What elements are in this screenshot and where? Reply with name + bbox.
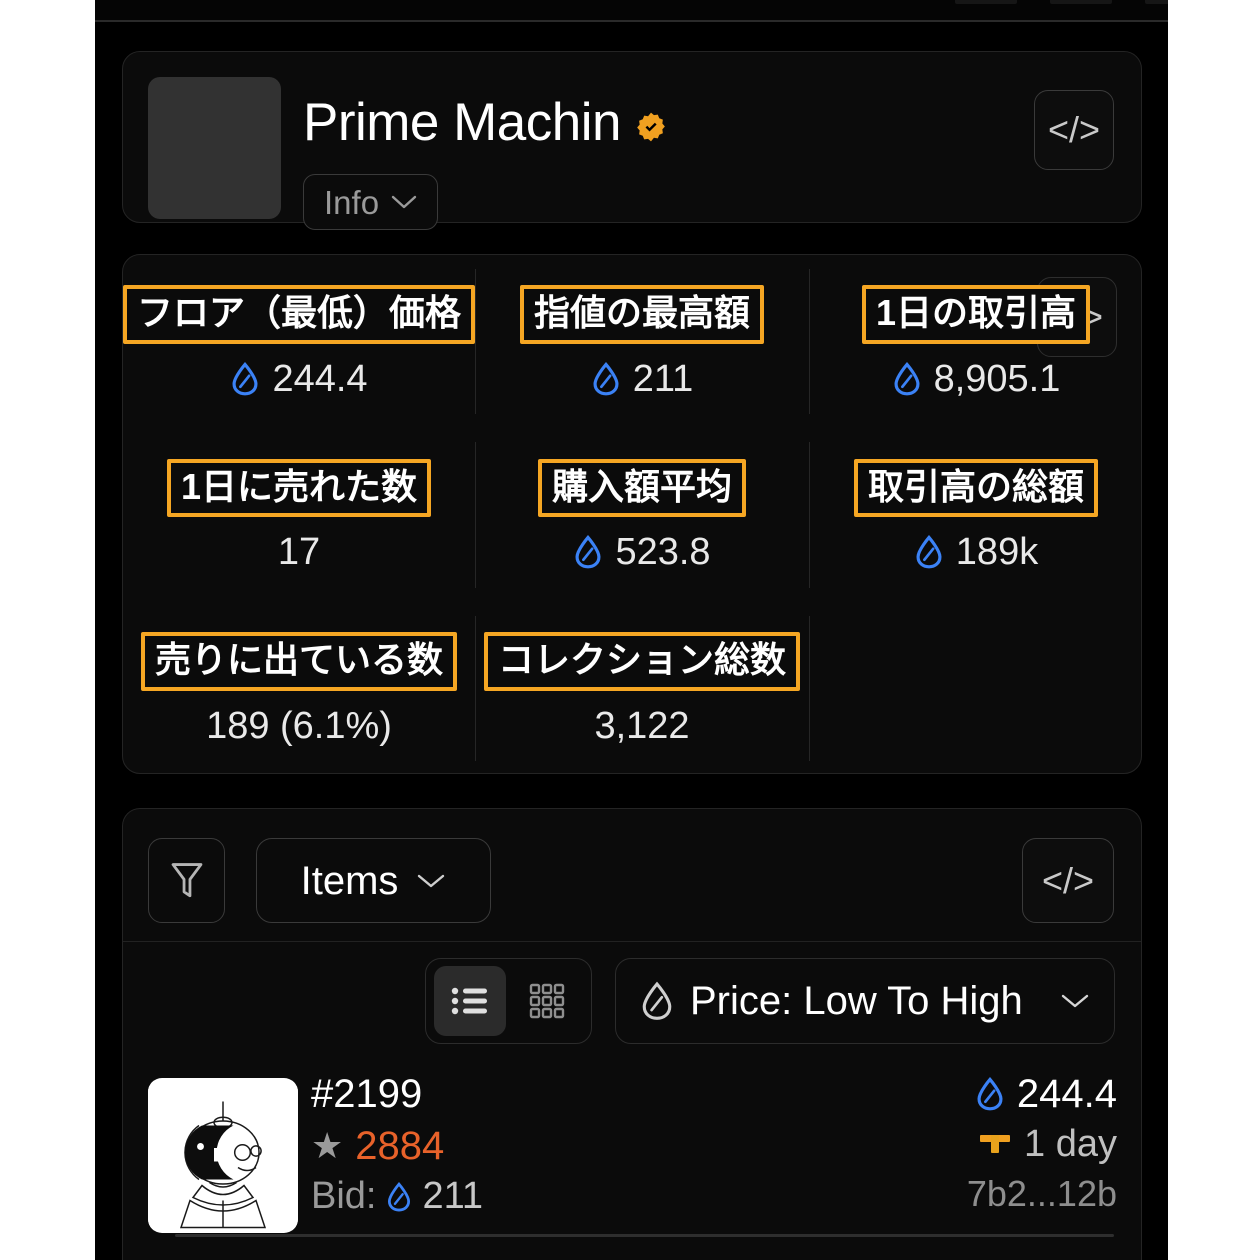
item-right-column: 244.4 1 day 7b2...12b bbox=[967, 1072, 1117, 1213]
stat-label: 売りに出ている数 bbox=[141, 632, 458, 691]
stat-total-supply: コレクション総数 3,122 bbox=[475, 602, 809, 775]
stat-empty-cell bbox=[809, 602, 1143, 775]
item-time-value: 1 day bbox=[1024, 1123, 1117, 1165]
stat-value-wrap: 3,122 bbox=[594, 707, 689, 745]
collection-name: Prime Machin bbox=[303, 93, 621, 152]
sol-droplet-icon bbox=[388, 1181, 411, 1212]
stat-value: 17 bbox=[277, 531, 321, 574]
stat-label: 1日に売れた数 bbox=[166, 458, 432, 518]
item-rank-row: ★ 2884 bbox=[311, 1124, 483, 1168]
view-mode-list[interactable] bbox=[434, 966, 506, 1036]
items-panel: Items </> Price: Low To High #2199 ★ 288… bbox=[122, 808, 1142, 1260]
item-time-row: 1 day bbox=[978, 1123, 1117, 1166]
sol-droplet-icon bbox=[575, 535, 601, 569]
stat-daily-volume: 1日の取引高 8,905.1 bbox=[809, 255, 1143, 428]
stat-value-wrap: 211 bbox=[591, 357, 694, 400]
view-and-sort-row: Price: Low To High bbox=[123, 942, 1141, 1066]
grid-view-icon bbox=[530, 983, 565, 1019]
info-dropdown-label: Info bbox=[324, 183, 380, 221]
list-divider bbox=[175, 1234, 1114, 1237]
stats-grid: フロア（最低）価格 244.4 指値の最高額 211 1日の取引高 8,905.… bbox=[123, 255, 1143, 775]
stat-label: 取引高の総額 bbox=[853, 458, 1098, 518]
items-tab-dropdown[interactable]: Items bbox=[256, 838, 491, 923]
item-list-row[interactable]: #2199 ★ 2884 Bid: 211 244.4 1 day 7b2...… bbox=[123, 1072, 1141, 1247]
sort-label: Price: Low To High bbox=[690, 979, 1023, 1023]
collection-stats-card: </> フロア（最低）価格 244.4 bbox=[122, 254, 1142, 774]
info-dropdown-button[interactable]: Info bbox=[303, 174, 439, 230]
sol-droplet-icon bbox=[642, 981, 672, 1020]
stat-value: 523.8 bbox=[615, 531, 711, 574]
items-code-button[interactable]: </> bbox=[1022, 838, 1114, 923]
stat-value: 211 bbox=[632, 357, 694, 400]
stat-label: フロア（最低）価格 bbox=[123, 285, 476, 344]
stat-value: 189k bbox=[955, 531, 1039, 574]
items-tab-label: Items bbox=[300, 858, 399, 903]
top-strip-chip bbox=[955, 0, 1017, 4]
stat-top-bid: 指値の最高額 211 bbox=[475, 255, 809, 428]
collection-header-card: Prime Machin Info </> bbox=[122, 51, 1142, 230]
screenshot-root: Prime Machin Info </> フロア（最低）価格 244.4 指値… bbox=[0, 0, 1260, 1260]
header-code-button[interactable]: </> bbox=[1034, 90, 1114, 170]
chevron-down-icon bbox=[391, 195, 417, 209]
collection-title-row: Prime Machin bbox=[303, 96, 667, 149]
items-toolbar: Items </> bbox=[123, 809, 1141, 942]
top-browser-strip bbox=[95, 0, 1168, 22]
sol-droplet-icon bbox=[977, 1077, 1003, 1111]
code-glyph: </> bbox=[1041, 859, 1095, 901]
star-icon: ★ bbox=[311, 1125, 344, 1166]
stat-label: 指値の最高額 bbox=[520, 285, 765, 344]
collection-avatar bbox=[148, 77, 281, 219]
stat-value: 189 (6.1%) bbox=[206, 704, 392, 747]
app-viewport: Prime Machin Info </> フロア（最低）価格 244.4 指値… bbox=[95, 0, 1168, 1260]
top-strip-chip bbox=[1145, 0, 1168, 4]
stat-value-wrap: 8,905.1 bbox=[892, 357, 1061, 400]
filter-button[interactable] bbox=[148, 838, 225, 923]
top-strip-chip bbox=[1050, 0, 1112, 4]
item-left-column: #2199 ★ 2884 Bid: 211 bbox=[311, 1072, 483, 1218]
stat-total-volume: 取引高の総額 189k bbox=[809, 428, 1143, 601]
page-content: Prime Machin Info </> フロア（最低）価格 244.4 指値… bbox=[95, 22, 1168, 1260]
sol-droplet-icon bbox=[593, 361, 619, 396]
stat-value-wrap: 244.4 bbox=[230, 357, 368, 400]
stat-value-wrap: 189 (6.1%) bbox=[206, 707, 392, 745]
item-thumbnail bbox=[148, 1078, 298, 1233]
sol-droplet-icon bbox=[232, 361, 258, 396]
stat-value: 3,122 bbox=[594, 704, 690, 747]
stat-label: 購入額平均 bbox=[538, 458, 747, 518]
stat-daily-sales: 1日に売れた数 17 bbox=[123, 428, 475, 601]
item-address: 7b2...12b bbox=[966, 1172, 1117, 1214]
stat-label: 1日の取引高 bbox=[861, 285, 1091, 344]
stat-label: コレクション総数 bbox=[484, 632, 801, 691]
stat-value: 244.4 bbox=[272, 357, 368, 400]
sol-droplet-icon bbox=[894, 361, 920, 396]
item-price-row: 244.4 bbox=[975, 1072, 1117, 1116]
view-mode-toggle[interactable] bbox=[425, 958, 592, 1044]
item-price-value: 244.4 bbox=[1016, 1072, 1117, 1116]
sol-droplet-icon bbox=[916, 535, 942, 569]
code-glyph: </> bbox=[1047, 109, 1101, 150]
stat-average-price: 購入額平均 523.8 bbox=[475, 428, 809, 601]
stat-value-wrap: 189k bbox=[914, 533, 1038, 571]
chevron-down-icon bbox=[418, 874, 445, 887]
item-bid-value: 211 bbox=[422, 1175, 484, 1217]
robot-head-artwork bbox=[148, 1080, 298, 1231]
stat-value: 8,905.1 bbox=[933, 357, 1061, 400]
stat-value-wrap: 523.8 bbox=[573, 531, 711, 574]
verified-badge-icon bbox=[637, 112, 665, 141]
item-id: #2199 bbox=[311, 1072, 423, 1116]
chevron-down-icon bbox=[1061, 994, 1089, 1008]
list-view-icon bbox=[451, 987, 487, 1015]
item-bid-row: Bid: 211 bbox=[311, 1175, 484, 1218]
marketplace-icon bbox=[980, 1134, 1011, 1153]
stat-listed-count: 売りに出ている数 189 (6.1%) bbox=[123, 602, 475, 775]
item-bid-label: Bid: bbox=[311, 1175, 377, 1217]
stat-floor-price: フロア（最低）価格 244.4 bbox=[123, 255, 476, 428]
funnel-icon bbox=[171, 862, 202, 897]
sort-dropdown[interactable]: Price: Low To High bbox=[615, 958, 1115, 1044]
stat-value-wrap: 17 bbox=[278, 533, 320, 571]
item-rank-value: 2884 bbox=[355, 1124, 445, 1168]
view-mode-grid[interactable] bbox=[512, 966, 584, 1036]
